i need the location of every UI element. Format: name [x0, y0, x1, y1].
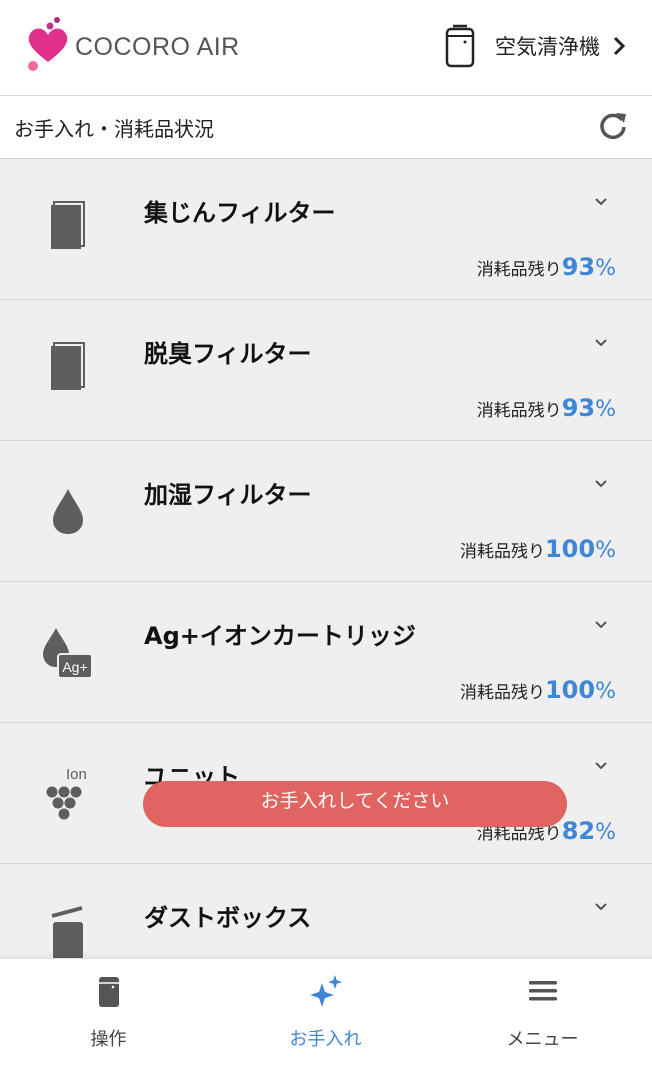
item-title: Ag+イオンカートリッジ — [144, 622, 416, 650]
chevron-down-icon[interactable] — [594, 620, 608, 630]
remaining-unit: % — [595, 538, 616, 563]
ion-text: Ion — [66, 766, 87, 783]
list-item-deodorizing-filter[interactable]: 脱臭フィルター 消耗品残り 93 % — [0, 300, 652, 441]
chevron-down-icon[interactable] — [594, 338, 608, 348]
chevron-down-icon[interactable] — [594, 761, 608, 771]
remaining-value: 82 — [561, 817, 596, 845]
app-header: COCORO AIR 空気清浄機 — [0, 0, 652, 96]
item-title: ダストボックス — [144, 904, 312, 932]
page-title: お手入れ・消耗品状況 — [14, 117, 214, 141]
chevron-down-icon[interactable] — [594, 197, 608, 207]
water-drop-icon — [53, 489, 83, 534]
list-item-dust-filter[interactable]: 集じんフィルター 消耗品残り 93 % — [0, 159, 652, 300]
remaining-label: 消耗品残り — [459, 542, 545, 562]
nav-label: 操作 — [90, 1029, 127, 1050]
ag-ion-icon: Ag+ — [43, 628, 93, 679]
nav-operate[interactable]: 操作 — [0, 959, 217, 1081]
chevron-down-icon[interactable] — [594, 479, 608, 489]
remaining-indicator: 消耗品残り 100 % — [460, 535, 616, 563]
device-selector[interactable]: 空気清浄機 — [445, 22, 626, 70]
list-item-humidifying-filter[interactable]: 加湿フィルター 消耗品残り 100 % — [0, 441, 652, 582]
remaining-indicator: 消耗品残り 100 % — [460, 676, 616, 704]
item-title: 脱臭フィルター — [144, 340, 312, 368]
cocoro-logo-icon — [28, 17, 68, 71]
air-purifier-icon — [98, 977, 119, 1007]
filter-icon — [51, 201, 85, 249]
remaining-unit: % — [595, 256, 616, 281]
ion-unit-icon: Ion — [46, 766, 87, 820]
nav-label: メニュー — [506, 1029, 579, 1050]
remaining-indicator: 消耗品残り 93 % — [477, 394, 616, 422]
filter-icon — [51, 342, 85, 390]
maintenance-alert-button[interactable]: お手入れしてください — [143, 781, 567, 827]
remaining-label: 消耗品残り — [476, 401, 562, 421]
dust-box-icon — [51, 906, 83, 960]
consumables-list: 集じんフィルター 消耗品残り 93 % 脱臭フィルター 消耗品残り 93 % 加… — [0, 159, 652, 1005]
remaining-unit: % — [595, 820, 616, 845]
app-name: COCORO AIR — [75, 33, 240, 61]
nav-label: お手入れ — [289, 1029, 362, 1050]
air-purifier-icon — [445, 24, 475, 68]
chevron-right-icon — [613, 36, 626, 56]
item-title: 加湿フィルター — [144, 481, 312, 509]
device-label: 空気清浄機 — [495, 35, 600, 59]
chevron-down-icon[interactable] — [594, 902, 608, 912]
refresh-icon[interactable] — [598, 110, 628, 140]
remaining-value: 100 — [544, 676, 596, 704]
remaining-unit: % — [595, 397, 616, 422]
list-item-ag-ion-cartridge[interactable]: Ag+ Ag+イオンカートリッジ 消耗品残り 100 % — [0, 582, 652, 723]
nav-menu[interactable]: メニュー — [434, 959, 651, 1081]
remaining-unit: % — [595, 679, 616, 704]
remaining-label: 消耗品残り — [459, 683, 545, 703]
remaining-value: 100 — [544, 535, 596, 563]
remaining-indicator: 消耗品残り 93 % — [477, 253, 616, 281]
maintenance-subheader: お手入れ・消耗品状況 — [0, 96, 652, 159]
sparkle-icon — [309, 975, 342, 1007]
nav-care[interactable]: お手入れ — [217, 959, 434, 1081]
remaining-value: 93 — [561, 394, 596, 422]
remaining-value: 93 — [561, 253, 596, 281]
bottom-nav: 操作 お手入れ メニュー — [0, 958, 652, 1081]
remaining-label: 消耗品残り — [476, 260, 562, 280]
item-title: 集じんフィルター — [144, 199, 336, 227]
hamburger-menu-icon — [528, 981, 557, 1001]
ag-badge-text: Ag+ — [62, 659, 87, 675]
